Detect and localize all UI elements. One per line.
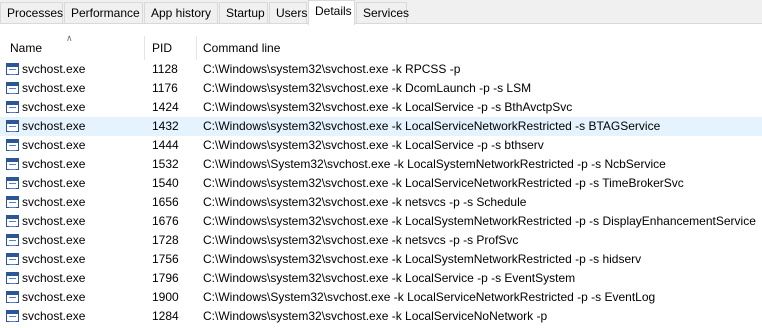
tab-bar: Processes Performance App history Startu…	[0, 0, 762, 25]
tab-users[interactable]: Users	[269, 2, 307, 23]
process-name: svchost.exe	[22, 176, 86, 190]
process-command-line: C:\Windows\system32\svchost.exe -k Local…	[203, 119, 661, 133]
process-window-icon	[6, 120, 19, 132]
process-window-icon	[6, 158, 19, 170]
table-row[interactable]: svchost.exe 1900 C:\Windows\System32\svcho…	[0, 288, 762, 307]
process-window-icon	[6, 63, 19, 75]
process-pid: 1532	[152, 157, 179, 171]
process-command-line: C:\Windows\system32\svchost.exe -k DcomL…	[203, 81, 532, 95]
column-header-command-line[interactable]: Command line	[203, 36, 280, 60]
tab-services[interactable]: Services	[356, 2, 409, 23]
table-body: svchost.exe 1128 C:\Windows\system32\svcho…	[0, 60, 762, 326]
process-pid: 1756	[152, 252, 179, 266]
process-pid: 1284	[152, 309, 179, 323]
process-pid: 1128	[152, 62, 178, 76]
process-pid: 1796	[152, 271, 179, 285]
tab-app-history[interactable]: App history	[144, 2, 218, 23]
table-row[interactable]: svchost.exe 1432 C:\Windows\system32\svcho…	[0, 117, 762, 136]
table-row[interactable]: svchost.exe 1424 C:\Windows\system32\svcho…	[0, 98, 762, 117]
process-command-line: C:\Windows\system32\svchost.exe -k netsv…	[203, 195, 527, 209]
process-window-icon	[6, 272, 19, 284]
process-command-line: C:\Windows\system32\svchost.exe -k netsv…	[203, 233, 519, 247]
process-window-icon	[6, 215, 19, 227]
process-pid: 1424	[152, 100, 179, 114]
process-pid: 1900	[152, 290, 179, 304]
table-row[interactable]: svchost.exe 1676 C:\Windows\system32\svcho…	[0, 212, 762, 231]
tab-startup[interactable]: Startup	[219, 2, 268, 23]
column-header-name[interactable]: Name	[10, 36, 42, 60]
sort-ascending-icon: ∧	[66, 33, 73, 43]
process-command-line: C:\Windows\System32\svchost.exe -k Local…	[203, 157, 666, 171]
process-name: svchost.exe	[22, 290, 86, 304]
process-command-line: C:\Windows\system32\svchost.exe -k Local…	[203, 271, 576, 285]
column-divider[interactable]	[144, 36, 145, 60]
process-name: svchost.exe	[22, 309, 86, 323]
process-name: svchost.exe	[22, 157, 86, 171]
process-command-line: C:\Windows\system32\svchost.exe -k Local…	[203, 100, 573, 114]
process-name: svchost.exe	[22, 271, 86, 285]
table-row[interactable]: svchost.exe 1176 C:\Windows\system32\svcho…	[0, 79, 762, 98]
process-name: svchost.exe	[22, 81, 86, 95]
table-row[interactable]: svchost.exe 1756 C:\Windows\system32\svcho…	[0, 250, 762, 269]
tab-processes[interactable]: Processes	[0, 2, 63, 23]
process-name: svchost.exe	[22, 138, 86, 152]
process-name: svchost.exe	[22, 119, 86, 133]
process-window-icon	[6, 253, 19, 265]
table-row[interactable]: svchost.exe 1128 C:\Windows\system32\svcho…	[0, 60, 762, 79]
process-command-line: C:\Windows\system32\svchost.exe -k Local…	[203, 309, 548, 323]
process-window-icon	[6, 82, 19, 94]
process-name: svchost.exe	[22, 233, 86, 247]
tab-performance[interactable]: Performance	[64, 2, 143, 23]
process-window-icon	[6, 177, 19, 189]
process-command-line: C:\Windows\System32\svchost.exe -k Local…	[203, 290, 656, 304]
process-window-icon	[6, 234, 19, 246]
process-name: svchost.exe	[22, 100, 86, 114]
process-command-line: C:\Windows\system32\svchost.exe -k Local…	[203, 214, 756, 228]
table-row[interactable]: svchost.exe 1728 C:\Windows\system32\svcho…	[0, 231, 762, 250]
process-window-icon	[6, 196, 19, 208]
process-name: svchost.exe	[22, 214, 86, 228]
process-pid: 1676	[152, 214, 179, 228]
process-window-icon	[6, 101, 19, 113]
process-name: svchost.exe	[22, 195, 86, 209]
process-pid: 1176	[152, 81, 178, 95]
process-name: svchost.exe	[22, 62, 86, 76]
process-pid: 1432	[152, 119, 179, 133]
column-divider[interactable]	[196, 36, 197, 60]
table-row[interactable]: svchost.exe 1656 C:\Windows\system32\svcho…	[0, 193, 762, 212]
table-row[interactable]: svchost.exe 1540 C:\Windows\system32\svcho…	[0, 174, 762, 193]
process-pid: 1444	[152, 138, 179, 152]
process-pid: 1728	[152, 233, 179, 247]
process-command-line: C:\Windows\system32\svchost.exe -k RPCSS…	[203, 62, 461, 76]
tab-details[interactable]: Details	[308, 0, 355, 25]
process-pid: 1656	[152, 195, 179, 209]
process-pid: 1540	[152, 176, 179, 190]
process-command-line: C:\Windows\system32\svchost.exe -k Local…	[203, 252, 642, 266]
process-name: svchost.exe	[22, 252, 86, 266]
process-window-icon	[6, 139, 19, 151]
table-row[interactable]: svchost.exe 1284 C:\Windows\system32\svcho…	[0, 307, 762, 326]
table-row[interactable]: svchost.exe 1796 C:\Windows\system32\svcho…	[0, 269, 762, 288]
process-window-icon	[6, 291, 19, 303]
table-row[interactable]: svchost.exe 1532 C:\Windows\System32\svcho…	[0, 155, 762, 174]
process-window-icon	[6, 310, 19, 322]
column-header-pid[interactable]: PID	[152, 36, 172, 60]
table-row[interactable]: svchost.exe 1444 C:\Windows\system32\svcho…	[0, 136, 762, 155]
process-command-line: C:\Windows\system32\svchost.exe -k Local…	[203, 176, 684, 190]
process-command-line: C:\Windows\system32\svchost.exe -k Local…	[203, 138, 544, 152]
